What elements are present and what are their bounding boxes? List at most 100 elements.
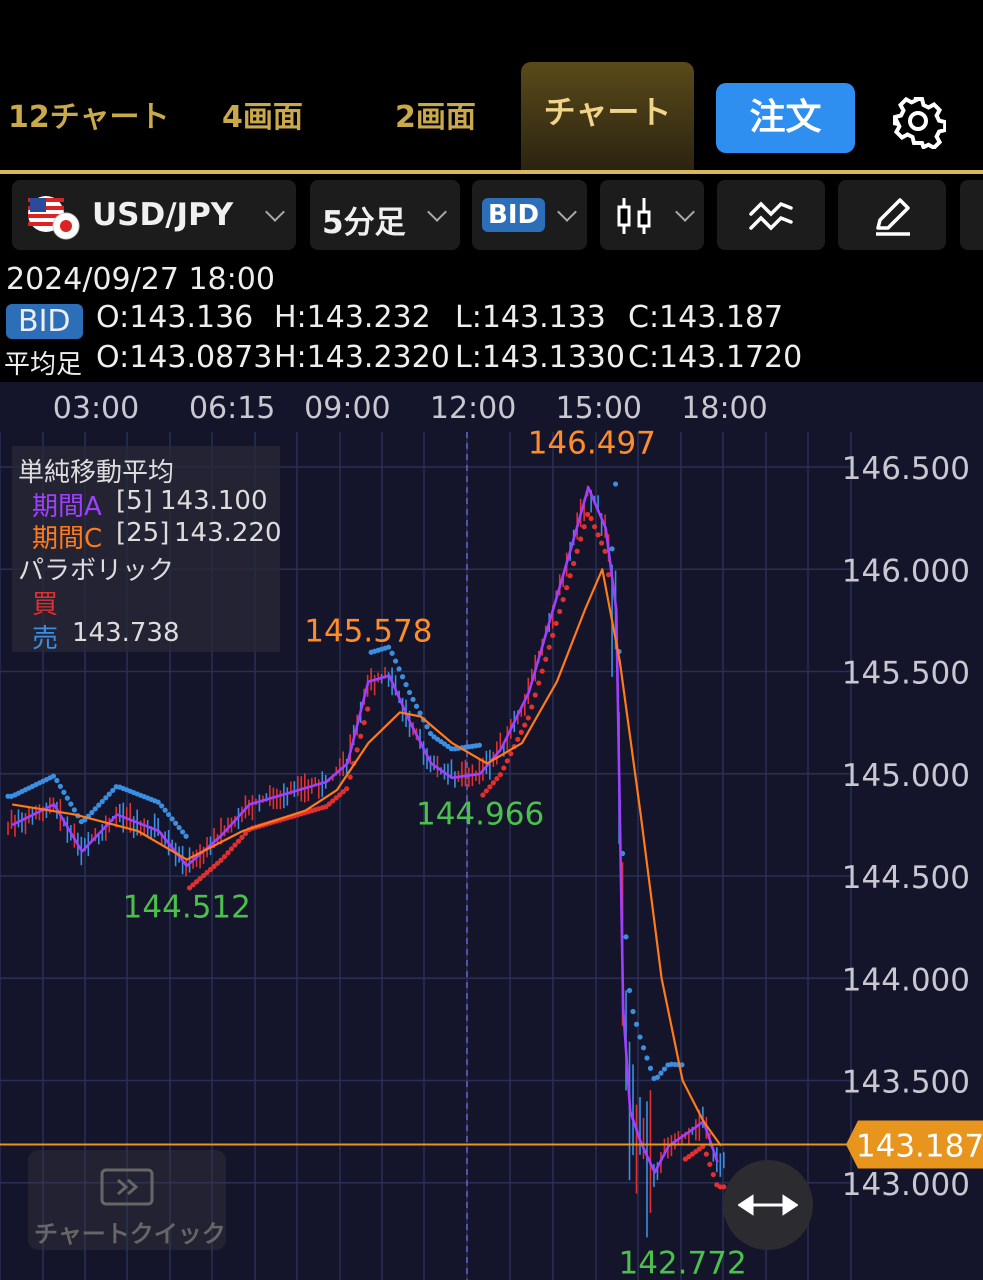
chart-quick-button[interactable]: チャートクイック <box>28 1150 226 1250</box>
y-tick-label: 144.000 <box>842 962 970 998</box>
sar-dot <box>235 838 242 844</box>
sar-dot <box>574 548 580 554</box>
sar-buy-label: 買 <box>32 590 59 620</box>
sar-dot <box>487 784 493 790</box>
sar-dot <box>612 481 619 487</box>
y-tick-label: 143.500 <box>842 1065 970 1101</box>
sar-dot <box>347 774 353 780</box>
scroll-chart-button[interactable] <box>723 1160 813 1250</box>
sar-dot <box>609 546 615 552</box>
sar-dot <box>166 811 172 818</box>
x-tick-label: 03:00 <box>53 391 139 426</box>
sar-dot <box>637 1034 643 1040</box>
sar-dot <box>176 824 182 831</box>
sar-dot <box>532 692 538 698</box>
sar-dot <box>344 786 350 792</box>
y-tick-label: 143.000 <box>842 1167 970 1203</box>
sar-dot <box>239 834 245 841</box>
high-annotation: 146.497 <box>528 426 656 462</box>
sma-c-value: 143.220 <box>174 518 282 548</box>
sar-dot <box>490 780 496 786</box>
sar-dot <box>640 1045 647 1051</box>
sar-dot <box>406 689 413 696</box>
sar-dot <box>504 758 510 764</box>
sar-dot <box>358 733 364 739</box>
sar-dot <box>553 620 559 627</box>
sar-dot <box>497 771 503 778</box>
sar-dot <box>413 703 420 709</box>
sar-dot <box>550 632 556 638</box>
sar-dot <box>225 850 231 856</box>
sar-dot <box>403 681 409 688</box>
sar-dot <box>522 722 528 728</box>
sar-dot <box>560 596 566 603</box>
low-annotation: 144.966 <box>416 797 544 833</box>
sar-dot <box>179 829 186 835</box>
sma-a-value: 143.100 <box>160 486 268 516</box>
sar-dot <box>630 1008 636 1015</box>
sar-dot <box>564 585 570 591</box>
y-tick-label: 146.000 <box>842 553 970 589</box>
sma-c-line <box>12 568 722 1147</box>
sar-dot <box>578 536 584 542</box>
low-annotation: 142.772 <box>618 1245 746 1280</box>
sar-dot <box>50 773 57 779</box>
x-tick-label: 09:00 <box>304 391 390 426</box>
sar-dot <box>483 788 489 794</box>
sar-dot <box>518 729 524 735</box>
sar-dot <box>703 1151 709 1157</box>
sar-dot <box>173 820 179 826</box>
current-price-label: 143.187 <box>856 1129 983 1165</box>
sar-dot <box>602 548 608 554</box>
sma-title: 単純移動平均 <box>18 458 175 488</box>
low-annotation: 144.512 <box>123 890 251 926</box>
sar-dot <box>389 650 395 656</box>
sar-dot <box>68 801 74 807</box>
x-tick-label: 12:00 <box>430 391 516 426</box>
sar-dot <box>595 532 601 538</box>
sar-dot <box>581 524 587 530</box>
sar-dot <box>543 656 549 662</box>
fast-forward-icon <box>100 1168 154 1206</box>
sar-dot <box>162 807 168 813</box>
sar-dot <box>54 777 60 784</box>
sar-dot <box>539 668 545 674</box>
y-tick-label: 144.500 <box>842 860 970 896</box>
x-tick-label: 18:00 <box>681 391 767 426</box>
sar-dot <box>354 747 360 753</box>
sar-sell-value: 143.738 <box>72 618 180 648</box>
sar-dot <box>633 1021 640 1027</box>
sar-dot <box>476 742 482 748</box>
chart-quick-label: チャートクイック <box>34 1220 226 1248</box>
y-tick-label: 145.000 <box>842 758 970 794</box>
y-tick-label: 145.500 <box>842 656 970 692</box>
sar-dot <box>64 795 70 801</box>
sma-a-period: [5] <box>116 486 153 516</box>
sar-dot <box>536 680 542 686</box>
sar-dot <box>661 1066 668 1072</box>
horizontal-arrows-icon <box>738 1194 798 1216</box>
sar-dot <box>644 1055 650 1061</box>
sar-dot <box>515 736 521 742</box>
sar-dot <box>159 803 165 809</box>
sar-dot <box>71 807 77 813</box>
x-tick-label: 15:00 <box>556 391 642 426</box>
sar-dot <box>399 674 406 680</box>
sar-dot <box>623 934 629 940</box>
sar-dot <box>525 715 531 721</box>
sar-dot <box>592 524 598 530</box>
sar-dot <box>546 644 552 650</box>
sar-dot <box>585 511 591 518</box>
sar-dot <box>707 1161 713 1167</box>
sar-dot <box>529 704 535 710</box>
sar-dot <box>424 724 430 730</box>
sar-dot <box>658 1070 664 1076</box>
sar-dot <box>557 608 563 615</box>
sma-c-period: [25] <box>116 518 170 548</box>
sar-dot <box>501 765 507 771</box>
sar-dot <box>654 1074 661 1080</box>
indicator-legend: 単純移動平均 期間A [5] 143.100 期間C [25] 143.220 … <box>12 446 282 654</box>
sar-dot <box>571 560 577 567</box>
sar-dot <box>169 816 175 822</box>
sar-dot <box>183 833 189 839</box>
